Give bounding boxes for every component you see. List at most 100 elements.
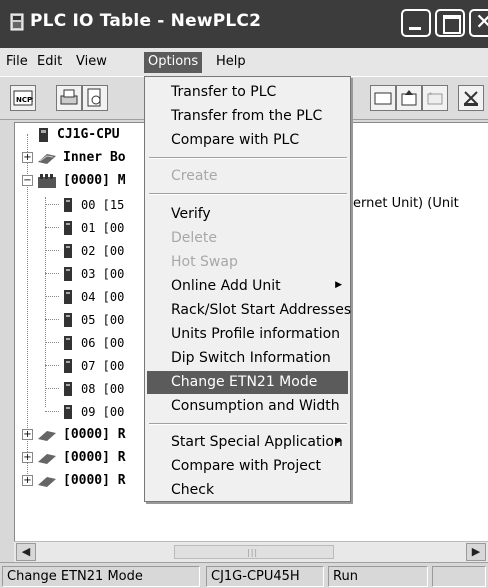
unit-icon bbox=[64, 312, 72, 327]
tree-item-slot[interactable]: 06 [00 bbox=[45, 331, 125, 354]
tree-item-slot[interactable]: 00 [15 bbox=[45, 193, 124, 216]
toolbar-button-b[interactable] bbox=[396, 85, 422, 111]
horizontal-scrollbar[interactable]: ◀ ||| ▶ bbox=[14, 541, 488, 562]
menu-item-rack-slot-start-addresses[interactable]: Rack/Slot Start Addresses bbox=[147, 299, 351, 322]
menu-help[interactable]: Help bbox=[212, 52, 250, 73]
tree-item-inner-board[interactable]: Inner Bo bbox=[37, 146, 126, 169]
toolbar-button-a[interactable] bbox=[370, 85, 396, 111]
menu-item-create: Create bbox=[171, 168, 218, 184]
scroll-left-button[interactable]: ◀ bbox=[16, 543, 36, 561]
print-button[interactable] bbox=[56, 85, 82, 111]
menu-item-check[interactable]: Check bbox=[147, 479, 348, 502]
unit-tool-icon bbox=[464, 91, 478, 106]
tree-label-slot: 08 [00 bbox=[81, 381, 125, 396]
menu-item-transfer-from-plc[interactable]: Transfer from the PLC bbox=[147, 105, 348, 128]
menu-options[interactable]: Options bbox=[144, 52, 203, 73]
tree-label-slot: 07 [00 bbox=[81, 358, 125, 373]
maximize-button[interactable] bbox=[435, 9, 465, 37]
menu-separator bbox=[149, 157, 347, 159]
menu-item-dip-switch-information[interactable]: Dip Switch Information bbox=[147, 347, 348, 370]
unit-icon bbox=[64, 220, 72, 235]
menu-file[interactable]: File bbox=[2, 52, 32, 73]
unit-icon bbox=[64, 358, 72, 373]
tree-item-rack[interactable]: [0000] R bbox=[37, 446, 126, 469]
tree-label-slot: 09 [00 bbox=[81, 404, 125, 419]
collapse-rack-main[interactable]: − bbox=[22, 175, 33, 186]
scroll-thumb[interactable]: ||| bbox=[174, 545, 334, 559]
menu-bar: File Edit View Options Help bbox=[0, 48, 488, 76]
expand-rack[interactable]: + bbox=[22, 475, 33, 486]
menu-item-compare-with-plc[interactable]: Compare with PLC bbox=[147, 129, 348, 152]
tree-item-slot[interactable]: 01 [00 bbox=[45, 216, 124, 239]
transfer-icon bbox=[374, 92, 392, 105]
menu-separator bbox=[149, 193, 347, 195]
tree-item-rack[interactable]: [0000] R bbox=[37, 469, 126, 492]
tree-item-slot[interactable]: 04 [00 bbox=[45, 285, 125, 308]
status-extra bbox=[432, 566, 486, 587]
tree-label-cpu: CJ1G-CPU bbox=[57, 127, 120, 142]
board-icon bbox=[38, 153, 56, 164]
menu-item-start-special-application[interactable]: Start Special Application ▶ bbox=[147, 431, 348, 454]
tree-item-slot[interactable]: 02 [00 bbox=[45, 239, 124, 262]
expand-inner-board[interactable]: + bbox=[22, 152, 33, 163]
tree-item-slot[interactable]: 09 [00 bbox=[45, 400, 125, 423]
status-cpu: CJ1G-CPU45H bbox=[206, 566, 324, 587]
menu-edit[interactable]: Edit bbox=[33, 52, 66, 73]
slot-description: ernet Unit) (Unit bbox=[353, 196, 459, 211]
menu-item-online-add-unit[interactable]: Online Add Unit ▶ bbox=[147, 275, 348, 298]
upload-icon bbox=[401, 90, 417, 106]
expand-rack[interactable]: + bbox=[22, 429, 33, 440]
menu-item-change-etn21-mode[interactable]: Change ETN21 Mode bbox=[147, 371, 348, 394]
tree-label-slot: 03 [00 bbox=[81, 266, 125, 281]
tree-item-slot[interactable]: 07 [00 bbox=[45, 354, 125, 377]
unit-icon bbox=[64, 197, 72, 212]
tree-item-cpu[interactable]: CJ1G-CPU bbox=[37, 123, 120, 146]
window-title: PLC IO Table - NewPLC2 bbox=[30, 11, 262, 31]
menu-item-transfer-to-plc[interactable]: Transfer to PLC bbox=[147, 81, 348, 104]
menu-item-consumption-and-width[interactable]: Consumption and Width bbox=[147, 395, 348, 418]
ncps-button[interactable]: NCPS bbox=[10, 85, 36, 111]
board-icon bbox=[38, 430, 56, 441]
ncps-icon: NCPS bbox=[13, 90, 33, 106]
menu-item-units-profile-information[interactable]: Units Profile information bbox=[147, 323, 348, 346]
title-bar[interactable]: PLC IO Table - NewPLC2 ✕ bbox=[0, 0, 488, 48]
options-menu: Transfer to PLC Transfer from the PLC Co… bbox=[144, 76, 351, 502]
expand-rack[interactable]: + bbox=[22, 452, 33, 463]
plc-io-table-window: PLC IO Table - NewPLC2 ✕ File Edit View … bbox=[0, 0, 488, 588]
tree-item-slot[interactable]: 05 [00 bbox=[45, 308, 124, 331]
tree-label-slot: 04 [00 bbox=[81, 289, 125, 304]
unit-icon bbox=[64, 404, 72, 419]
printer-icon bbox=[60, 89, 78, 105]
menu-view[interactable]: View bbox=[72, 52, 111, 73]
minimize-button[interactable] bbox=[401, 9, 431, 37]
status-bar: Change ETN21 Mode CJ1G-CPU45H Run bbox=[0, 562, 488, 588]
menu-item-verify[interactable]: Verify bbox=[147, 203, 348, 226]
tree-item-rack-main[interactable]: [0000] M bbox=[37, 169, 126, 192]
cpu-unit-icon bbox=[39, 127, 48, 142]
tree-item-slot[interactable]: 03 [00 bbox=[45, 262, 125, 285]
tree-item-slot[interactable]: 08 [00 bbox=[45, 377, 125, 400]
tree-item-rack[interactable]: [0000] R bbox=[37, 423, 126, 446]
menu-separator bbox=[149, 423, 347, 425]
board-icon bbox=[38, 476, 56, 487]
toolbar-button-d[interactable] bbox=[458, 85, 484, 111]
tree-label-rack-main: [0000] M bbox=[63, 173, 126, 188]
toolbar-button-c[interactable]: * bbox=[422, 85, 448, 111]
board-icon bbox=[38, 453, 56, 464]
submenu-arrow-icon: ▶ bbox=[335, 280, 342, 290]
preview-icon bbox=[87, 88, 101, 107]
menu-item-delete: Delete bbox=[171, 230, 217, 246]
tree-label-inner-board: Inner Bo bbox=[63, 150, 126, 165]
scroll-right-button[interactable]: ▶ bbox=[466, 543, 486, 561]
unit-add-icon: * bbox=[427, 91, 443, 105]
unit-icon bbox=[64, 335, 72, 350]
unit-icon bbox=[64, 266, 72, 281]
tree-label-slot: 06 [00 bbox=[81, 335, 125, 350]
unit-icon bbox=[64, 289, 72, 304]
tree-label-rack: [0000] R bbox=[63, 473, 126, 488]
tree-label-rack: [0000] R bbox=[63, 450, 126, 465]
menu-item-compare-with-project[interactable]: Compare with Project bbox=[147, 455, 348, 478]
close-button[interactable]: ✕ bbox=[469, 9, 488, 37]
grip-icon: ||| bbox=[247, 548, 259, 557]
print-preview-button[interactable] bbox=[82, 85, 108, 111]
